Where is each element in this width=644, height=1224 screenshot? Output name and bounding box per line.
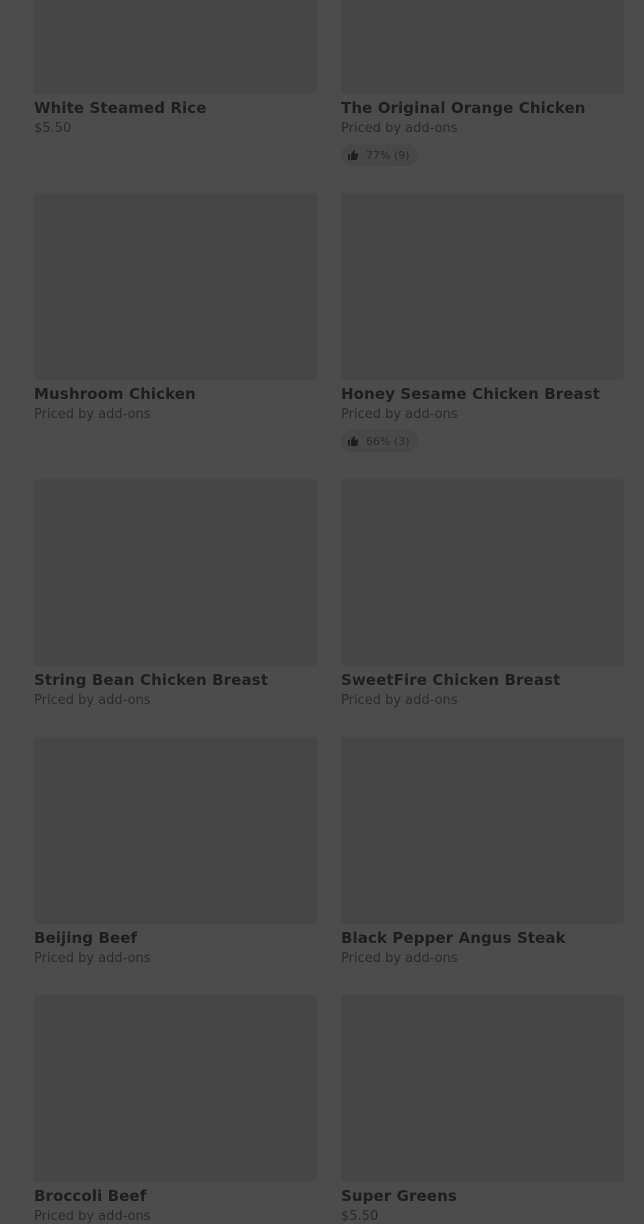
menu-item-title: Beijing Beef <box>34 929 138 947</box>
menu-item-price: $5.50 <box>341 1209 379 1224</box>
menu-item-title: Honey Sesame Chicken Breast <box>341 385 601 403</box>
menu-item-title: Super Greens <box>341 1187 457 1205</box>
menu-item-image[interactable] <box>341 0 624 94</box>
menu-item-card[interactable]: White Steamed Rice $5.50 <box>34 0 317 136</box>
thumbs-up-icon <box>347 149 359 161</box>
menu-item-card[interactable]: Super Greens $5.50 <box>341 995 624 1224</box>
menu-item-price: Priced by add-ons <box>34 1209 151 1224</box>
menu-item-image[interactable] <box>341 737 624 924</box>
menu-item-image[interactable] <box>341 995 624 1182</box>
menu-item-title: Black Pepper Angus Steak <box>341 929 566 947</box>
menu-item-image[interactable] <box>34 193 317 380</box>
menu-item-title: Broccoli Beef <box>34 1187 147 1205</box>
menu-item-title: The Original Orange Chicken <box>341 99 586 117</box>
menu-item-price: Priced by add-ons <box>341 693 458 708</box>
menu-item-card[interactable]: Mushroom Chicken Priced by add-ons <box>34 193 317 422</box>
menu-item-image[interactable] <box>34 737 317 924</box>
menu-item-card[interactable]: String Bean Chicken Breast Priced by add… <box>34 479 317 708</box>
menu-item-card[interactable]: The Original Orange Chicken Priced by ad… <box>341 0 624 166</box>
menu-item-grid: White Steamed Rice $5.50 The Original Or… <box>0 0 644 1224</box>
thumbs-up-icon <box>347 435 359 447</box>
menu-item-title: String Bean Chicken Breast <box>34 671 268 689</box>
menu-item-title: White Steamed Rice <box>34 99 207 117</box>
menu-item-title: Mushroom Chicken <box>34 385 196 403</box>
menu-item-price: Priced by add-ons <box>34 951 151 966</box>
menu-item-price: Priced by add-ons <box>341 951 458 966</box>
menu-item-card[interactable]: Honey Sesame Chicken Breast Priced by ad… <box>341 193 624 452</box>
menu-item-price: $5.50 <box>34 121 72 136</box>
menu-item-card[interactable]: Broccoli Beef Priced by add-ons <box>34 995 317 1224</box>
rating-badge: 77% (9) <box>341 144 418 166</box>
menu-item-price: Priced by add-ons <box>341 121 458 136</box>
menu-item-card[interactable]: Black Pepper Angus Steak Priced by add-o… <box>341 737 624 966</box>
menu-item-title: SweetFire Chicken Breast <box>341 671 561 689</box>
menu-item-image[interactable] <box>341 479 624 666</box>
menu-item-price: Priced by add-ons <box>34 407 151 422</box>
rating-badge: 66% (3) <box>341 430 418 452</box>
menu-item-image[interactable] <box>34 0 317 94</box>
menu-item-price: Priced by add-ons <box>34 693 151 708</box>
rating-text: 77% (9) <box>366 148 410 162</box>
menu-item-image[interactable] <box>341 193 624 380</box>
menu-item-card[interactable]: SweetFire Chicken Breast Priced by add-o… <box>341 479 624 708</box>
menu-item-image[interactable] <box>34 995 317 1182</box>
menu-item-price: Priced by add-ons <box>341 407 458 422</box>
menu-item-card[interactable]: Beijing Beef Priced by add-ons <box>34 737 317 966</box>
rating-text: 66% (3) <box>366 434 410 448</box>
menu-item-image[interactable] <box>34 479 317 666</box>
